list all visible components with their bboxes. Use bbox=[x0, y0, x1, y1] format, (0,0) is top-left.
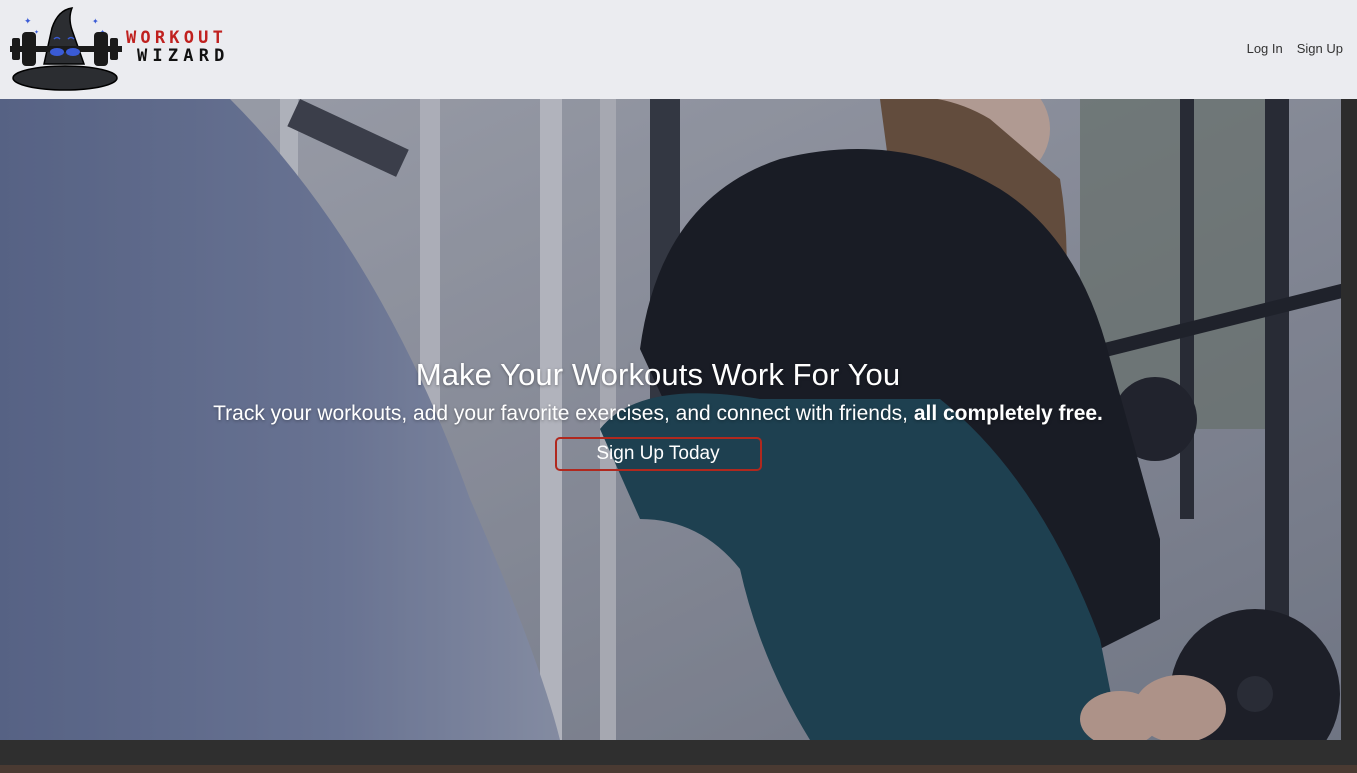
svg-text:✦: ✦ bbox=[92, 17, 99, 26]
brand-line1: WORKOUT bbox=[126, 28, 228, 48]
wizard-hat-dumbbell-icon: ✦ ✦ ✦ ✦ bbox=[10, 7, 122, 91]
login-link[interactable]: Log In bbox=[1247, 41, 1283, 56]
brand-line2: WIZARD bbox=[137, 46, 230, 66]
navbar: ✦ ✦ ✦ ✦ WORKOUT WIZARD Log In bbox=[0, 0, 1357, 99]
hero-subtitle-text: Track your workouts, add your favorite e… bbox=[213, 402, 908, 425]
hero-subtitle: Track your workouts, add your favorite e… bbox=[0, 402, 1316, 426]
hero-subtitle-emphasis: all completely free. bbox=[913, 402, 1103, 425]
auth-nav: Log In Sign Up bbox=[1247, 41, 1343, 56]
signup-link[interactable]: Sign Up bbox=[1297, 41, 1343, 56]
page-right-edge bbox=[1341, 99, 1357, 773]
hero-section: Make Your Workouts Work For You Track yo… bbox=[0, 99, 1341, 740]
svg-text:✦: ✦ bbox=[24, 17, 32, 27]
brand-wordmark: WORKOUT WIZARD bbox=[126, 30, 230, 65]
signup-cta-button[interactable]: Sign Up Today bbox=[554, 437, 762, 471]
next-section-preview bbox=[0, 765, 1357, 773]
brand-logo[interactable]: ✦ ✦ ✦ ✦ WORKOUT WIZARD bbox=[6, 6, 246, 92]
hero-title: Make Your Workouts Work For You bbox=[415, 357, 901, 392]
hero-content: Make Your Workouts Work For You Track yo… bbox=[0, 357, 1316, 471]
